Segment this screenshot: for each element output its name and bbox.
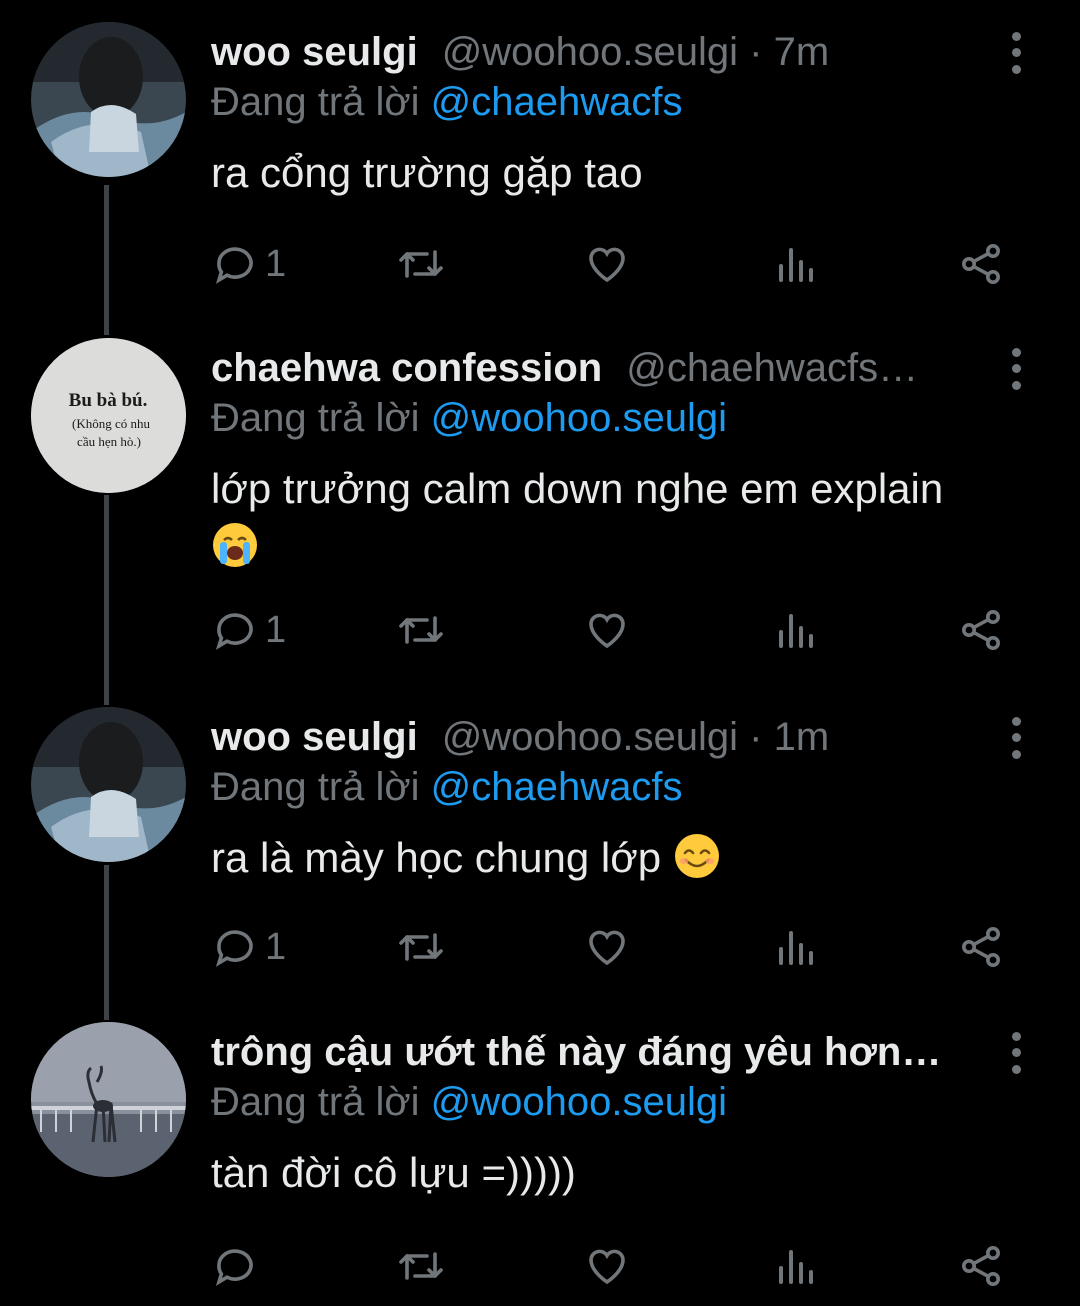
tweet[interactable]: woo seulgi @woohoo.seulgi · 1m Đang trả l… bbox=[0, 707, 1080, 1007]
mention-link[interactable]: @chaehwacfs bbox=[431, 765, 683, 809]
tweet-text: lớp trưởng calm down nghe em explain bbox=[211, 460, 1031, 576]
tweet-text: tàn đời cô lựu =))))) bbox=[211, 1144, 1031, 1202]
retweet-button[interactable] bbox=[397, 917, 445, 977]
loudly-crying-face-icon bbox=[213, 523, 257, 567]
tweet[interactable]: woo seulgi @woohoo.seulgi · 7m Đang trả l… bbox=[0, 22, 1080, 322]
mention-link[interactable]: @woohoo.seulgi bbox=[431, 396, 727, 440]
display-name[interactable]: woo seulgi bbox=[211, 715, 418, 759]
share-icon bbox=[962, 1246, 1000, 1286]
share-button[interactable] bbox=[957, 917, 1005, 977]
views-button[interactable] bbox=[771, 1236, 819, 1296]
heart-icon bbox=[589, 1249, 625, 1285]
avatar[interactable] bbox=[31, 22, 186, 177]
retweet-button[interactable] bbox=[397, 600, 445, 660]
avatar[interactable] bbox=[31, 1022, 186, 1177]
tweet[interactable]: trông cậu ướt thế này đáng yêu hơn… Đang… bbox=[0, 1022, 1080, 1306]
replying-prefix: Đang trả lời bbox=[211, 80, 420, 124]
replying-prefix: Đang trả lời bbox=[211, 396, 420, 440]
reply-count: 1 bbox=[265, 925, 287, 968]
tweet-text-content: ra cổng trường gặp tao bbox=[211, 149, 643, 196]
views-icon bbox=[779, 614, 813, 648]
retweet-icon bbox=[399, 1252, 443, 1280]
share-button[interactable] bbox=[957, 234, 1005, 294]
views-icon bbox=[779, 931, 813, 965]
tweet-text-content: tàn đời cô lựu =))))) bbox=[211, 1149, 576, 1196]
tweet-header: trông cậu ướt thế này đáng yêu hơn… bbox=[211, 1022, 980, 1082]
heart-icon bbox=[589, 613, 625, 649]
separator-dot: · bbox=[738, 30, 774, 74]
action-bar: 1 bbox=[211, 917, 1031, 977]
replying-to: Đang trả lời @woohoo.seulgi bbox=[211, 390, 727, 446]
tweet-header: woo seulgi @woohoo.seulgi · 7m bbox=[211, 22, 980, 82]
avatar[interactable]: Bu bà bú. (Không có nhu cầu hẹn hò.) bbox=[31, 338, 186, 493]
retweet-button[interactable] bbox=[397, 234, 445, 294]
share-button[interactable] bbox=[957, 1236, 1005, 1296]
views-button[interactable] bbox=[771, 600, 819, 660]
share-icon bbox=[962, 244, 1000, 284]
retweet-icon bbox=[399, 933, 443, 961]
views-button[interactable] bbox=[771, 917, 819, 977]
retweet-button[interactable] bbox=[397, 1236, 445, 1296]
reply-count: 1 bbox=[265, 608, 287, 651]
replying-to: Đang trả lời @chaehwacfs bbox=[211, 759, 683, 815]
reply-button[interactable] bbox=[211, 1236, 259, 1296]
retweet-icon bbox=[399, 250, 443, 278]
avatar[interactable] bbox=[31, 707, 186, 862]
reply-count: 1 bbox=[265, 242, 287, 285]
replying-to: Đang trả lời @chaehwacfs bbox=[211, 74, 683, 130]
reply-icon bbox=[215, 247, 253, 284]
tweet-text: ra cổng trường gặp tao bbox=[211, 144, 1031, 202]
more-options-icon[interactable] bbox=[1000, 1028, 1032, 1078]
tweet-text: ra là mày học chung lớp bbox=[211, 829, 1031, 887]
user-handle[interactable]: @woohoo.seulgi bbox=[442, 30, 738, 74]
avatar-text-line2: (Không có nhu bbox=[72, 416, 150, 431]
timestamp[interactable]: 1m bbox=[774, 715, 830, 759]
mention-link[interactable]: @woohoo.seulgi bbox=[431, 1080, 727, 1124]
reply-button[interactable]: 1 bbox=[211, 600, 286, 660]
reply-icon bbox=[215, 930, 253, 967]
action-bar bbox=[211, 1236, 1031, 1296]
timestamp[interactable]: 7m bbox=[774, 30, 830, 74]
replying-prefix: Đang trả lời bbox=[211, 765, 420, 809]
more-options-icon[interactable] bbox=[1000, 344, 1032, 394]
more-options-icon[interactable] bbox=[1000, 28, 1032, 78]
retweet-icon bbox=[399, 616, 443, 644]
views-button[interactable] bbox=[771, 234, 819, 294]
reply-button[interactable]: 1 bbox=[211, 234, 286, 294]
replying-prefix: Đang trả lời bbox=[211, 1080, 420, 1124]
share-button[interactable] bbox=[957, 600, 1005, 660]
separator-dot: · bbox=[738, 715, 774, 759]
user-handle[interactable]: @woohoo.seulgi bbox=[442, 715, 738, 759]
user-handle[interactable]: @chaehwacfs… bbox=[626, 346, 918, 390]
tweet-text-content: lớp trưởng calm down nghe em explain bbox=[211, 465, 944, 512]
tweet-text-content: ra là mày học chung lớp bbox=[211, 834, 662, 881]
heart-icon bbox=[589, 930, 625, 966]
mention-link[interactable]: @chaehwacfs bbox=[431, 80, 683, 124]
avatar-text-line3: cầu hẹn hò.) bbox=[77, 434, 141, 449]
tweet-header: chaehwa confession @chaehwacfs… bbox=[211, 338, 980, 398]
action-bar: 1 bbox=[211, 600, 1031, 660]
more-options-icon[interactable] bbox=[1000, 713, 1032, 763]
display-name[interactable]: woo seulgi bbox=[211, 30, 418, 74]
reply-icon bbox=[215, 1249, 253, 1286]
views-icon bbox=[779, 1250, 813, 1284]
replying-to: Đang trả lời @woohoo.seulgi bbox=[211, 1074, 727, 1130]
like-button[interactable] bbox=[583, 600, 631, 660]
like-button[interactable] bbox=[583, 917, 631, 977]
like-button[interactable] bbox=[583, 234, 631, 294]
like-button[interactable] bbox=[583, 1236, 631, 1296]
smiling-face-icon bbox=[674, 834, 719, 878]
display-name[interactable]: trông cậu ướt thế này đáng yêu hơn… bbox=[211, 1030, 941, 1074]
tweet-header: woo seulgi @woohoo.seulgi · 1m bbox=[211, 707, 980, 767]
tweet[interactable]: Bu bà bú. (Không có nhu cầu hẹn hò.) cha… bbox=[0, 338, 1080, 688]
heart-icon bbox=[589, 247, 625, 283]
display-name[interactable]: chaehwa confession bbox=[211, 346, 602, 390]
reply-button[interactable]: 1 bbox=[211, 917, 286, 977]
avatar-text-line1: Bu bà bú. bbox=[69, 390, 148, 411]
reply-icon bbox=[215, 613, 253, 650]
share-icon bbox=[962, 610, 1000, 650]
action-bar: 1 bbox=[211, 234, 1031, 294]
views-icon bbox=[779, 248, 813, 282]
share-icon bbox=[962, 927, 1000, 967]
